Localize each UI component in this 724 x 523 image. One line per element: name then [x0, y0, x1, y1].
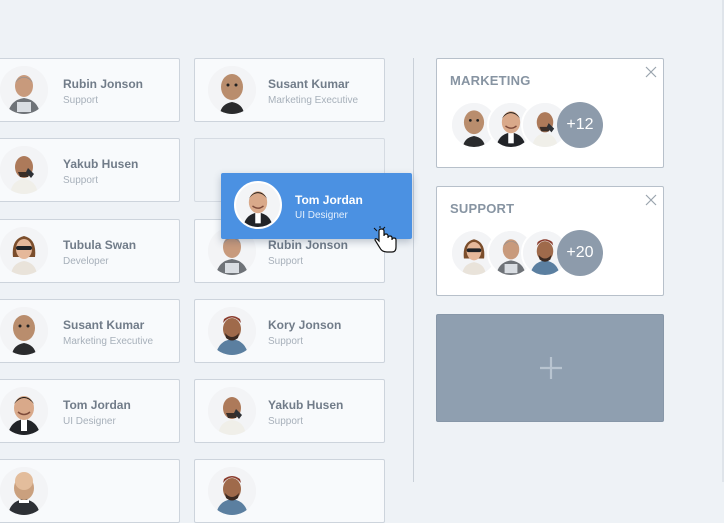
bald-man-avatar [208, 66, 256, 114]
person-role: UI Designer [63, 416, 116, 427]
person-card[interactable]: Rubin Jonson Support [0, 58, 180, 122]
group-card-marketing[interactable]: MARKETING +12 [436, 58, 664, 168]
team-board: Rubin Jonson Support Yakub Husen Support… [0, 0, 724, 523]
avatar [208, 467, 256, 515]
person-card[interactable]: Susant Kumar Marketing Executive [0, 299, 180, 363]
group-card-support[interactable]: SUPPORT +20 [436, 186, 664, 296]
smiling-man-avatar [234, 181, 282, 229]
bald-man-avatar [0, 307, 48, 355]
person-name: Rubin Jonson [63, 77, 143, 91]
person-name: Tom Jordan [63, 398, 131, 412]
person-name: Susant Kumar [63, 318, 145, 332]
person-card[interactable]: Tom Jordan UI Designer [0, 379, 180, 443]
person-card[interactable]: Kory Jonson Support [194, 299, 385, 363]
person-name: Rubin Jonson [268, 238, 348, 252]
person-name: Yakub Husen [63, 157, 139, 171]
add-group-button[interactable] [436, 314, 664, 422]
more-members-badge[interactable]: +12 [557, 102, 603, 148]
person-role: Support [63, 175, 99, 186]
person-name: Yakub Husen [268, 398, 344, 412]
avatar [0, 467, 48, 515]
phone-man-avatar [0, 146, 48, 194]
group-title: SUPPORT [450, 201, 515, 216]
person-card[interactable]: Susant Kumar Marketing Executive [194, 58, 385, 122]
plus-icon [538, 355, 564, 381]
hand-pointer-icon [372, 226, 400, 256]
person-name: Tubula Swan [63, 238, 137, 252]
person-role: Support [268, 416, 304, 427]
phone-man-avatar [208, 387, 256, 435]
more-members-badge[interactable]: +20 [557, 230, 603, 276]
person-role: Support [63, 95, 99, 106]
person-name: Tom Jordan [295, 193, 363, 207]
group-title: MARKETING [450, 73, 531, 88]
bearded-man-avatar [208, 307, 256, 355]
person-card[interactable] [0, 459, 180, 523]
person-role: Marketing Executive [63, 336, 154, 347]
person-name: Susant Kumar [268, 77, 350, 91]
person-role: UI Designer [295, 210, 348, 221]
person-card[interactable] [194, 459, 385, 523]
person-role: Marketing Executive [268, 95, 359, 106]
person-role: Support [268, 256, 304, 267]
column-divider [413, 58, 414, 482]
close-icon[interactable] [645, 66, 657, 78]
person-name: Kory Jonson [268, 318, 342, 332]
person-card[interactable]: Yakub Husen Support [0, 138, 180, 202]
person-card[interactable]: Tubula Swan Developer [0, 219, 180, 283]
elder-man-avatar [0, 66, 48, 114]
person-card[interactable]: Yakub Husen Support [194, 379, 385, 443]
person-role: Support [268, 336, 304, 347]
close-icon[interactable] [645, 194, 657, 206]
person-role: Developer [63, 256, 109, 267]
sunglasses-woman-avatar [0, 227, 48, 275]
smiling-man-avatar [0, 387, 48, 435]
